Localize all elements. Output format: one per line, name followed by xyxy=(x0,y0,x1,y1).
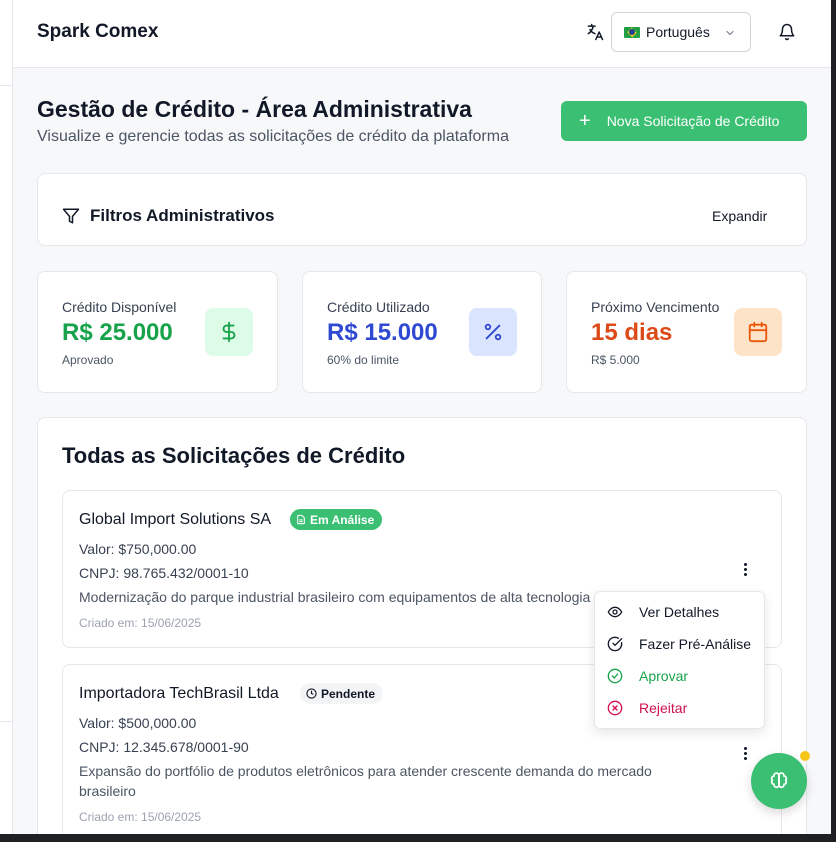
page-title: Gestão de Crédito - Área Administrativa xyxy=(37,96,472,122)
company-name: Global Import Solutions SA xyxy=(79,511,272,528)
new-credit-request-button[interactable]: + Nova Solicitação de Crédito xyxy=(561,101,807,141)
stat-note: R$ 5.000 xyxy=(591,353,640,367)
menu-item-approve[interactable]: Aprovar xyxy=(595,660,764,692)
eye-icon xyxy=(607,606,623,618)
page-subtitle: Visualize e gerencie todas as solicitaçõ… xyxy=(37,128,509,145)
check-circle-icon xyxy=(607,668,623,684)
status-badge: Pendente xyxy=(300,683,384,704)
assistant-fab-button[interactable] xyxy=(751,753,807,809)
clock-icon xyxy=(306,688,317,699)
stat-value: R$ 25.000 xyxy=(62,319,173,346)
stat-value: 15 dias xyxy=(591,319,673,346)
language-selected: Português xyxy=(646,24,710,40)
stat-card-next-due: Próximo Vencimento 15 dias R$ 5.000 xyxy=(566,271,807,393)
filters-expand-button[interactable]: Expandir xyxy=(712,208,767,224)
request-cnpj: CNPJ: 12.345.678/0001-90 xyxy=(79,739,249,755)
request-cnpj: CNPJ: 98.765.432/0001-10 xyxy=(79,565,249,581)
new-credit-request-label: Nova Solicitação de Crédito xyxy=(606,113,780,129)
notification-dot xyxy=(800,751,810,761)
menu-item-reject[interactable]: Rejeitar xyxy=(595,692,764,724)
status-badge-label: Pendente xyxy=(321,686,376,701)
menu-item-label: Fazer Pré-Análise xyxy=(639,636,752,652)
request-created-date: Criado em: 15/06/2025 xyxy=(79,810,202,824)
request-value: Valor: $750,000.00 xyxy=(79,541,197,557)
top-bar: Spark Comex Português xyxy=(13,0,831,68)
more-actions-icon[interactable] xyxy=(737,743,753,763)
plus-icon: + xyxy=(579,110,591,132)
language-select[interactable]: Português xyxy=(611,12,751,52)
filter-icon xyxy=(62,208,80,224)
stat-card-used-credit: Crédito Utilizado R$ 15.000 60% do limit… xyxy=(302,271,542,393)
window-edge xyxy=(831,0,836,842)
stat-label: Crédito Disponível xyxy=(62,299,177,315)
stat-note: 60% do limite xyxy=(327,353,400,367)
sidebar-divider xyxy=(0,721,13,722)
stat-value: R$ 15.000 xyxy=(327,319,438,346)
menu-item-label: Aprovar xyxy=(639,668,689,684)
stat-label: Próximo Vencimento xyxy=(591,299,720,315)
sidebar-divider xyxy=(0,85,13,86)
brand-name: Spark Comex xyxy=(37,21,159,42)
company-name: Importadora TechBrasil Ltda xyxy=(79,685,279,702)
request-created-date: Criado em: 15/06/2025 xyxy=(79,616,202,630)
dollar-icon xyxy=(205,308,253,356)
status-badge: Em Análise xyxy=(290,509,383,530)
filters-panel: Filtros Administrativos Expandir xyxy=(37,173,807,246)
percent-icon xyxy=(469,308,517,356)
credit-requests-title: Todas as Solicitações de Crédito xyxy=(62,443,406,468)
menu-item-pre-analysis[interactable]: Fazer Pré-Análise xyxy=(595,628,764,660)
stat-note: Aprovado xyxy=(62,353,114,367)
stat-card-available-credit: Crédito Disponível R$ 25.000 Aprovado xyxy=(37,271,278,393)
request-description: Modernização do parque industrial brasil… xyxy=(79,589,591,605)
x-circle-icon xyxy=(607,700,623,716)
window-edge xyxy=(0,834,836,842)
filters-title: Filtros Administrativos xyxy=(90,206,275,225)
request-value: Valor: $500,000.00 xyxy=(79,715,197,731)
request-description: Expansão do portfólio de produtos eletrô… xyxy=(79,763,652,799)
stat-label: Crédito Utilizado xyxy=(327,299,430,315)
chevron-down-icon xyxy=(726,31,734,35)
status-badge-label: Em Análise xyxy=(310,512,375,527)
request-actions-menu: Ver Detalhes Fazer Pré-Análise Aprovar R… xyxy=(594,591,765,729)
brain-icon xyxy=(770,772,788,789)
calendar-icon xyxy=(734,308,782,356)
more-actions-icon[interactable] xyxy=(737,559,753,579)
menu-item-view-details[interactable]: Ver Detalhes xyxy=(595,596,764,628)
check-circle-icon xyxy=(607,636,623,652)
bell-icon[interactable] xyxy=(778,23,796,41)
translate-icon[interactable] xyxy=(585,22,605,42)
document-icon xyxy=(297,514,305,525)
brazil-flag-icon xyxy=(624,26,640,38)
menu-item-label: Ver Detalhes xyxy=(639,604,720,620)
sidebar-collapsed xyxy=(0,0,13,834)
menu-item-label: Rejeitar xyxy=(639,700,688,716)
main-content: Spark Comex Português Gestão de Crédito … xyxy=(13,0,831,834)
